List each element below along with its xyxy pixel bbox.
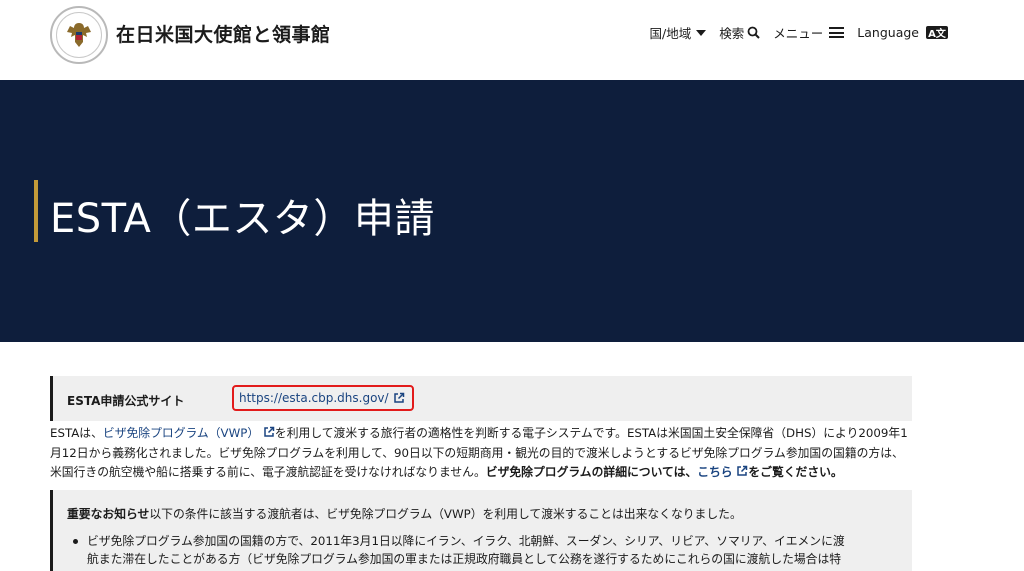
search-icon [747,26,760,39]
hamburger-icon [829,27,845,38]
region-dropdown[interactable]: 国/地域 [650,23,707,42]
external-link-icon [264,426,275,437]
translate-icon: A文 [926,26,948,40]
site-title[interactable]: 在日米国大使館と領事館 [116,20,331,47]
eagle-icon [67,23,91,47]
esta-official-link[interactable]: https://esta.cbp.dhs.gov/ [232,385,414,411]
language-label: Language [857,25,919,40]
notice-heading-bold: 重要なお知らせ [67,507,150,521]
vwp-link[interactable]: ビザ免除プログラム（VWP） [103,426,259,440]
intro-text: ESTAは、 [50,426,103,440]
intro-text: 米国行きの航空機や船に搭乗する前に、電子渡航認証を受けなければなりません。 [50,465,486,479]
intro-bold-text: をご覧ください。 [748,465,843,479]
intro-line-2: 月12日から義務化されました。ビザ免除プログラムを利用して、90日以下の短期商用… [50,445,904,460]
language-button[interactable]: Language A文 [857,25,948,40]
intro-bold-text: ビザ免除プログラムの詳細については、 [485,465,698,479]
search-button[interactable]: 検索 [719,23,760,42]
intro-line-1: ESTAは、ビザ免除プログラム（VWP） を利用して渡米する旅行者の適格性を判断… [50,424,930,444]
external-link-icon [737,465,748,476]
title-accent-bar [34,180,38,242]
notice-list: ビザ免除プログラム参加国の国籍の方で、2011年3月1日以降にイラン、イラク、北… [71,532,901,568]
caret-down-icon [696,29,707,36]
intro-text: を利用して渡米する旅行者の適格性を判断する電子システムです。ESTAは米国国土安… [274,426,908,440]
important-notice: 重要なお知らせ以下の条件に該当する渡航者は、ビザ免除プログラム（VWP）を利用し… [50,490,912,571]
top-navigation: 国/地域 検索 メニュー Language A文 [650,23,948,42]
intro-paragraph: ESTAは、ビザ免除プログラム（VWP） を利用して渡米する旅行者の適格性を判断… [50,424,930,483]
details-link[interactable]: こちら [697,465,732,479]
region-label: 国/地域 [649,26,692,41]
search-label: 検索 [719,26,745,41]
esta-link-text: https://esta.cbp.dhs.gov/ [239,391,389,405]
menu-label: メニュー [773,26,824,41]
embassy-seal-logo[interactable] [50,6,108,64]
list-item-text: ビザ免除プログラム参加国の国籍の方で、2011年3月1日以降にイラン、イラク、北… [87,534,845,548]
hero-banner: ESTA（エスタ）申請 [0,80,1024,342]
bullet-icon [73,539,78,544]
intro-line-3: 米国行きの航空機や船に搭乗する前に、電子渡航認証を受けなければなりません。ビザ免… [50,463,930,483]
list-item-text: 航また滞在したことがある方（ビザ免除プログラム参加国の軍または正規政府職員として… [87,552,842,566]
notice-heading: 重要なお知らせ以下の条件に該当する渡航者は、ビザ免除プログラム（VWP）を利用し… [67,505,742,522]
site-header: 在日米国大使館と領事館 国/地域 検索 メニュー Language A文 [0,0,1024,80]
official-site-callout: ESTA申請公式サイト https://esta.cbp.dhs.gov/ [50,376,912,421]
official-site-label: ESTA申請公式サイト [67,394,185,408]
list-item: ビザ免除プログラム参加国の国籍の方で、2011年3月1日以降にイラン、イラク、北… [71,532,901,568]
page-title: ESTA（エスタ）申請 [50,196,435,242]
external-link-icon [393,392,404,403]
notice-heading-text: 以下の条件に該当する渡航者は、ビザ免除プログラム（VWP）を利用して渡米すること… [149,507,742,521]
menu-button[interactable]: メニュー [773,23,845,42]
